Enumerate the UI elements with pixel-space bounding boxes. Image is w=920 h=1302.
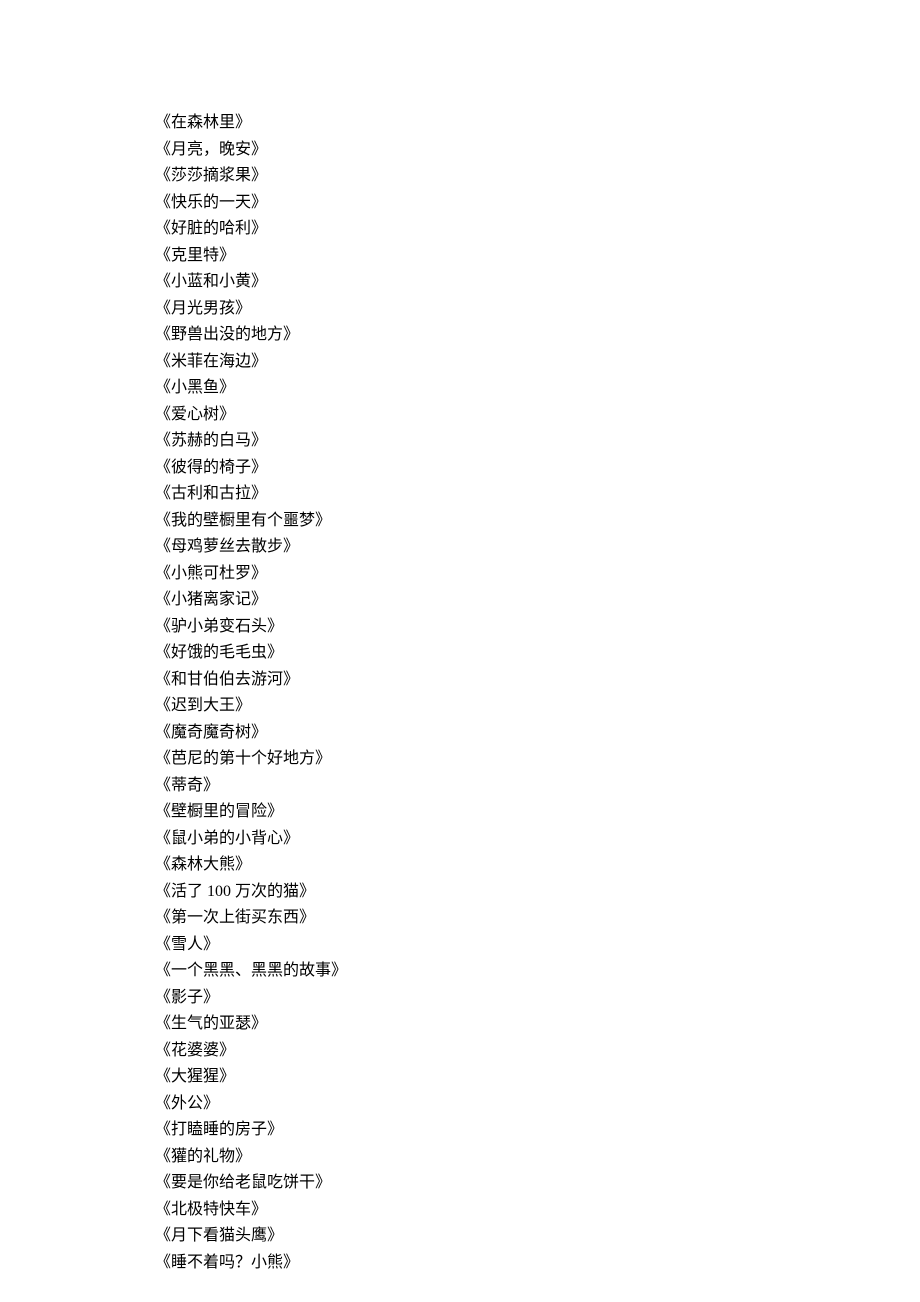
book-item: 《外公》 (155, 1091, 920, 1118)
book-item: 《要是你给老鼠吃饼干》 (155, 1170, 920, 1197)
book-item: 《野兽出没的地方》 (155, 322, 920, 349)
book-item: 《獾的礼物》 (155, 1144, 920, 1171)
book-item: 《影子》 (155, 985, 920, 1012)
book-item: 《小黑鱼》 (155, 375, 920, 402)
book-item: 《月下看猫头鹰》 (155, 1223, 920, 1250)
book-item: 《驴小弟变石头》 (155, 614, 920, 641)
book-item: 《打瞌睡的房子》 (155, 1117, 920, 1144)
book-item: 《鼠小弟的小背心》 (155, 826, 920, 853)
book-item: 《古利和古拉》 (155, 481, 920, 508)
book-item: 《小蓝和小黄》 (155, 269, 920, 296)
book-item: 《苏赫的白马》 (155, 428, 920, 455)
book-item: 《大猩猩》 (155, 1064, 920, 1091)
book-item: 《克里特》 (155, 243, 920, 270)
book-item: 《迟到大王》 (155, 693, 920, 720)
book-item: 《壁橱里的冒险》 (155, 799, 920, 826)
book-item: 《第一次上街买东西》 (155, 905, 920, 932)
book-item: 《米菲在海边》 (155, 349, 920, 376)
book-item: 《月光男孩》 (155, 296, 920, 323)
book-item: 《小熊可杜罗》 (155, 561, 920, 588)
book-item: 《母鸡萝丝去散步》 (155, 534, 920, 561)
book-item: 《爱心树》 (155, 402, 920, 429)
book-item: 《莎莎摘浆果》 (155, 163, 920, 190)
book-item: 《睡不着吗？小熊》 (155, 1250, 920, 1277)
book-item: 《雪人》 (155, 932, 920, 959)
book-item: 《彼得的椅子》 (155, 455, 920, 482)
book-item: 《生气的亚瑟》 (155, 1011, 920, 1038)
book-item: 《魔奇魔奇树》 (155, 720, 920, 747)
book-item: 《北极特快车》 (155, 1197, 920, 1224)
book-item: 《一个黑黑、黑黑的故事》 (155, 958, 920, 985)
book-item: 《我的壁橱里有个噩梦》 (155, 508, 920, 535)
book-item: 《和甘伯伯去游河》 (155, 667, 920, 694)
book-list: 《在森林里》《月亮，晚安》《莎莎摘浆果》《快乐的一天》《好脏的哈利》《克里特》《… (155, 110, 920, 1276)
book-item: 《蒂奇》 (155, 773, 920, 800)
book-item: 《活了 100 万次的猫》 (155, 879, 920, 906)
book-item: 《芭尼的第十个好地方》 (155, 746, 920, 773)
book-item: 《好脏的哈利》 (155, 216, 920, 243)
book-item: 《在森林里》 (155, 110, 920, 137)
book-item: 《快乐的一天》 (155, 190, 920, 217)
book-item: 《森林大熊》 (155, 852, 920, 879)
book-item: 《月亮，晚安》 (155, 137, 920, 164)
book-item: 《小猪离家记》 (155, 587, 920, 614)
book-item: 《好饿的毛毛虫》 (155, 640, 920, 667)
book-item: 《花婆婆》 (155, 1038, 920, 1065)
